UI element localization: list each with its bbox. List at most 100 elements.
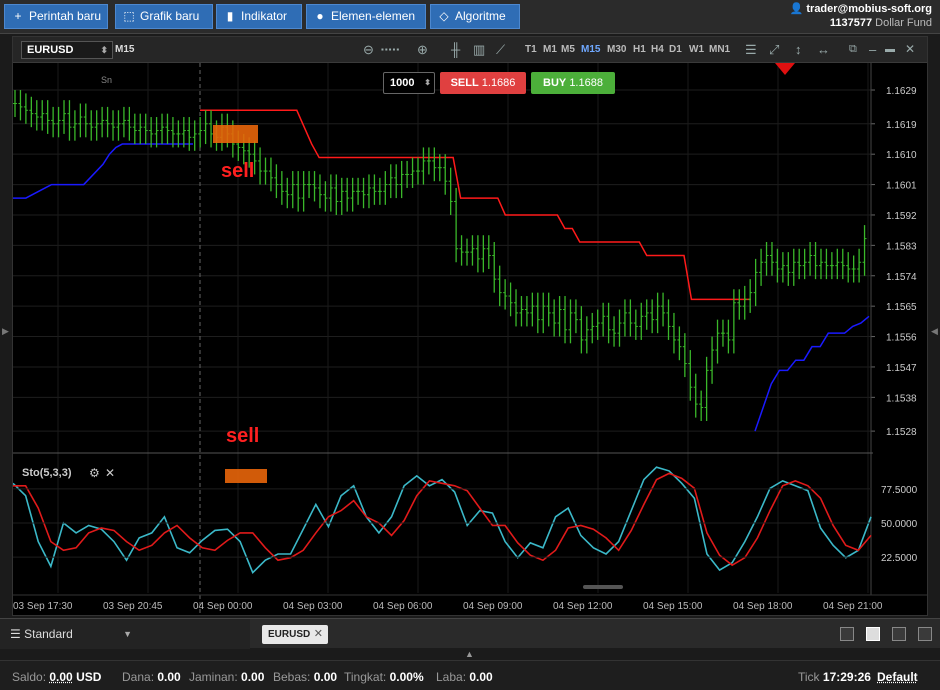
margin-status: Jaminan: 0.00: [189, 670, 264, 684]
y-tick-label: 1.1565: [886, 302, 917, 313]
y-tick-label: 1.1547: [886, 363, 917, 374]
funds-status: Dana: 0.00: [122, 670, 181, 684]
account-info[interactable]: 👤 trader@mobius-soft.org 1137577 Dollar …: [790, 2, 932, 30]
profile-value[interactable]: Default: [877, 670, 918, 684]
tf-h4[interactable]: H4: [651, 44, 664, 55]
profit-value: 0.00: [469, 670, 493, 684]
sell-marker-indicator: [225, 469, 267, 483]
candle-chart-type-icon[interactable]: ▥: [473, 42, 485, 58]
stoch-d-line: [13, 472, 872, 567]
layout-label: Standard: [24, 627, 73, 641]
horizontal-scrollbar[interactable]: [583, 585, 623, 589]
menu-icon: ☰: [10, 627, 21, 641]
left-panel-toggle[interactable]: ▶: [0, 36, 12, 616]
tf-m30[interactable]: M30: [607, 44, 626, 55]
x-tick-label: 04 Sep 15:00: [643, 601, 703, 612]
symbol-value: EURUSD: [27, 44, 74, 56]
level-value: 0.00%: [389, 670, 424, 684]
zoom-in-icon[interactable]: ⊕: [417, 42, 428, 58]
status-label: Tingkat:: [344, 670, 387, 684]
layout-selector[interactable]: ☰ Standard ▼: [0, 619, 250, 649]
right-panel-toggle[interactable]: ◀: [928, 36, 940, 616]
trendline-icon[interactable]: ⤢: [769, 42, 779, 58]
tf-m5[interactable]: M5: [561, 44, 575, 55]
sell-annotation-lower: sell: [226, 425, 259, 447]
quantity-input[interactable]: 1000 ⬍: [383, 72, 435, 94]
diamond-icon: ◇: [439, 9, 449, 23]
algorithm-label: Algoritme: [455, 9, 506, 23]
popout-icon[interactable]: ⧉: [849, 43, 857, 56]
stepper-icon[interactable]: ⬍: [424, 73, 431, 93]
chevron-left-icon: ◀: [931, 326, 938, 336]
balance-status: Saldo: 0.00 USD: [12, 670, 101, 684]
vertical-line-icon[interactable]: ↕: [795, 42, 802, 57]
price-chart[interactable]: Sn sell sell 1.1629 1.1619 1.1610 1.1601 1.1…: [13, 63, 927, 615]
status-label: Jaminan:: [189, 670, 238, 684]
horizontal-line-icon[interactable]: ↔: [817, 42, 830, 57]
tab-close-icon[interactable]: ✕: [314, 625, 323, 644]
new-chart-button[interactable]: ⬚ Grafik baru: [115, 4, 213, 29]
sell-label: SELL: [450, 77, 479, 89]
symbol-selector[interactable]: EURUSD ⬍: [21, 41, 113, 59]
session-label: Sn: [101, 75, 112, 85]
stop-line: [200, 109, 751, 301]
zoom-slider[interactable]: ▪▪▪▪▪: [381, 45, 400, 54]
maximize-icon[interactable]: ▬: [885, 44, 895, 55]
y-tick-label: 1.1592: [886, 211, 917, 222]
status-label: Saldo:: [12, 670, 47, 684]
tf-m15[interactable]: M15: [581, 44, 600, 55]
level-status: Tingkat: 0.00%: [344, 670, 424, 684]
expand-panel-icon[interactable]: ▲: [465, 649, 474, 659]
plus-icon: +: [14, 9, 22, 23]
chart-window: EURUSD ⬍ M15 ⊖ ▪▪▪▪▪ ⊕ ╫ ▥ ⟋ T1 M1 M5 M15…: [12, 36, 928, 616]
list-icon[interactable]: ☰: [745, 42, 757, 58]
layout-rows-icon[interactable]: [918, 627, 932, 641]
layout-single-icon[interactable]: [840, 627, 854, 641]
new-order-button[interactable]: + Perintah baru: [4, 4, 108, 29]
indicator-label: Sto(5,3,3): [22, 467, 72, 479]
new-order-label: Perintah baru: [29, 9, 102, 23]
indicator-button[interactable]: ▮ Indikator: [216, 4, 302, 29]
profit-status: Laba: 0.00: [436, 670, 493, 684]
tf-d1[interactable]: D1: [669, 44, 682, 55]
new-chart-label: Grafik baru: [140, 9, 200, 23]
buy-label: BUY: [543, 77, 567, 89]
indicator-close-icon[interactable]: ✕: [105, 466, 115, 480]
layout-columns-icon[interactable]: [892, 627, 906, 641]
user-icon: 👤: [789, 3, 804, 15]
layout-grid-icon[interactable]: [866, 627, 880, 641]
tf-m1[interactable]: M1: [543, 44, 557, 55]
zoom-out-icon[interactable]: ⊖: [363, 42, 374, 58]
line-chart-type-icon[interactable]: ⟋: [496, 42, 505, 58]
elements-button[interactable]: ● Elemen-elemen: [306, 4, 426, 29]
chart-toolbar: EURUSD ⬍ M15 ⊖ ▪▪▪▪▪ ⊕ ╫ ▥ ⟋ T1 M1 M5 M15…: [13, 37, 927, 63]
free-status: Bebas: 0.00: [273, 670, 337, 684]
chevron-updown-icon: ⬍: [100, 45, 108, 55]
balance-value[interactable]: 0.00: [49, 670, 72, 684]
period-label: M15: [115, 44, 135, 55]
tf-mn1[interactable]: MN1: [709, 44, 730, 55]
x-tick-label: 04 Sep 00:00: [193, 601, 253, 612]
profile-status[interactable]: Default: [877, 670, 918, 684]
tick-time: 17:29:26: [822, 670, 871, 684]
close-icon[interactable]: ✕: [905, 42, 915, 56]
elements-label: Elemen-elemen: [331, 9, 416, 23]
tf-h1[interactable]: H1: [633, 44, 646, 55]
sell-button[interactable]: SELL 1.1686: [440, 72, 526, 94]
buy-price: 1.1688: [569, 77, 603, 89]
status-bar: Saldo: 0.00 USD Dana: 0.00 Jaminan: 0.00…: [0, 660, 940, 690]
chevron-down-icon: ▼: [123, 629, 132, 639]
tab-eurusd[interactable]: EURUSD ✕: [262, 625, 328, 644]
tf-w1[interactable]: W1: [689, 44, 704, 55]
tf-t1[interactable]: T1: [525, 44, 537, 55]
bars-icon: ▮: [226, 9, 234, 23]
quantity-value: 1000: [390, 77, 415, 89]
account-user: trader@mobius-soft.org: [806, 3, 932, 15]
minimize-icon[interactable]: –: [869, 42, 876, 57]
bar-chart-type-icon[interactable]: ╫: [451, 42, 460, 57]
gear-icon[interactable]: ⚙: [89, 466, 100, 480]
buy-button[interactable]: BUY 1.1688: [531, 72, 615, 94]
x-tick-label: 04 Sep 21:00: [823, 601, 883, 612]
x-tick-label: 04 Sep 18:00: [733, 601, 793, 612]
algorithm-button[interactable]: ◇ Algoritme: [430, 4, 520, 29]
